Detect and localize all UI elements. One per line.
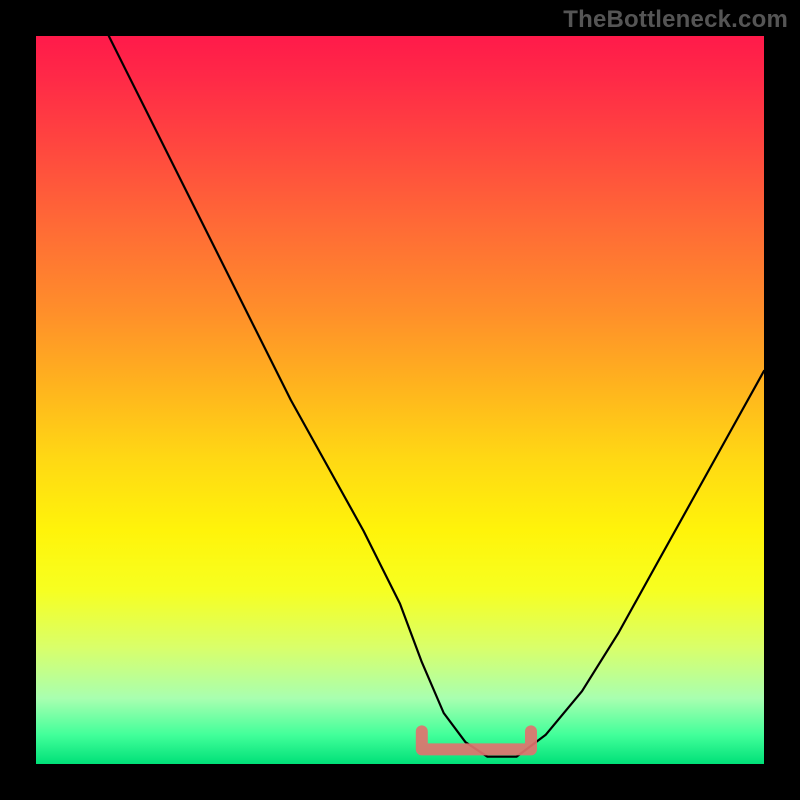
chart-frame: TheBottleneck.com [0,0,800,800]
curve-svg [36,36,764,764]
bottleneck-curve [109,36,764,757]
watermark-text: TheBottleneck.com [563,6,788,34]
plot-area [36,36,764,764]
bottom-marker [422,731,531,749]
